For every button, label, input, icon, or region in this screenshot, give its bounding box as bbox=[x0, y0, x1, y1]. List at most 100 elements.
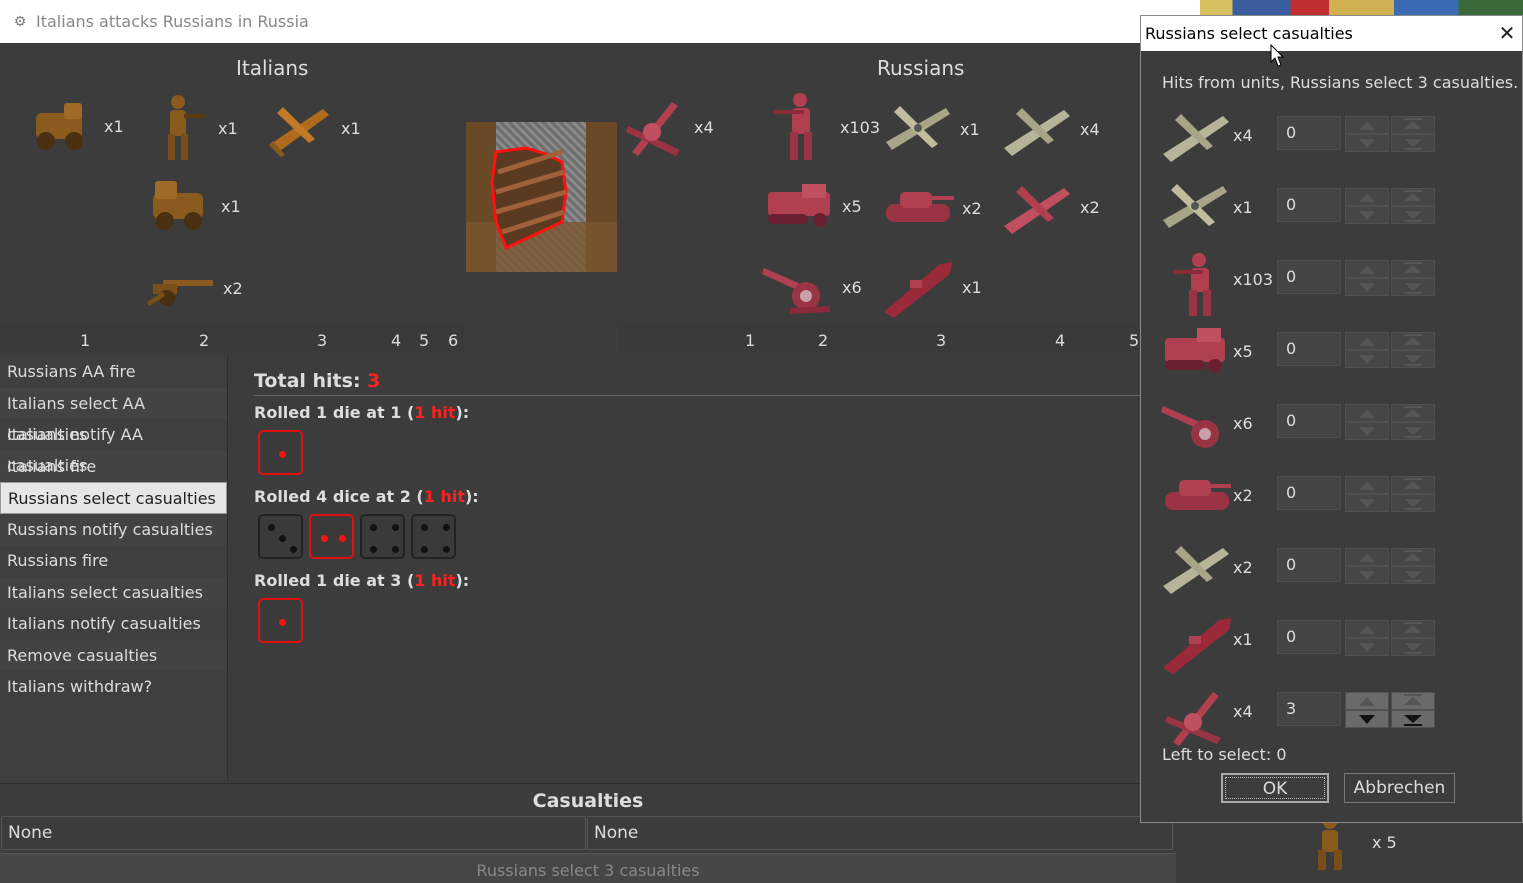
fighter-plane-icon bbox=[1004, 186, 1070, 234]
decrement-button[interactable] bbox=[1345, 134, 1389, 152]
dice-row bbox=[258, 430, 303, 475]
battle-steps-list[interactable]: Russians AA fire Italians select AA casu… bbox=[0, 356, 228, 780]
max-button[interactable] bbox=[1391, 692, 1435, 710]
max-icon bbox=[1404, 550, 1422, 561]
max-min-stepper[interactable] bbox=[1391, 260, 1435, 296]
min-button[interactable] bbox=[1391, 134, 1435, 152]
step-item[interactable]: Italians select AA casualties bbox=[0, 387, 227, 444]
step-item[interactable]: Russians AA fire bbox=[0, 356, 227, 388]
cancel-button[interactable]: Abbrechen bbox=[1344, 773, 1455, 803]
chevron-up-icon bbox=[1359, 264, 1375, 274]
defender-dice-axis: 1 2 3 4 5 bbox=[618, 326, 1140, 352]
step-item[interactable]: Remove casualties bbox=[0, 639, 227, 671]
background-map-strip bbox=[1200, 0, 1523, 16]
increment-button[interactable] bbox=[1345, 116, 1389, 134]
defender-unit: x5 bbox=[762, 178, 862, 234]
min-button[interactable] bbox=[1391, 710, 1435, 728]
casualty-count-input[interactable]: 0 bbox=[1277, 260, 1341, 294]
step-item[interactable]: Italians fire bbox=[0, 450, 227, 482]
increment-button[interactable] bbox=[1345, 620, 1389, 638]
die-hit bbox=[309, 514, 354, 559]
decrement-button[interactable] bbox=[1345, 350, 1389, 368]
defender-unit: x1 bbox=[880, 254, 982, 320]
increment-stepper[interactable] bbox=[1345, 548, 1389, 584]
decrement-button[interactable] bbox=[1345, 494, 1389, 512]
min-button[interactable] bbox=[1391, 350, 1435, 368]
min-button[interactable] bbox=[1391, 566, 1435, 584]
step-item[interactable]: Italians select casualties bbox=[0, 576, 227, 608]
artillery-icon bbox=[147, 280, 213, 306]
increment-button[interactable] bbox=[1345, 476, 1389, 494]
step-item[interactable]: Russians notify casualties bbox=[0, 513, 227, 545]
max-button[interactable] bbox=[1391, 620, 1435, 638]
casualty-count-input[interactable]: 0 bbox=[1277, 548, 1341, 582]
ok-button[interactable]: OK bbox=[1221, 773, 1329, 803]
increment-stepper[interactable] bbox=[1345, 116, 1389, 152]
close-icon[interactable]: ✕ bbox=[1496, 21, 1518, 45]
max-button[interactable] bbox=[1391, 476, 1435, 494]
increment-stepper[interactable] bbox=[1345, 404, 1389, 440]
increment-stepper[interactable] bbox=[1345, 476, 1389, 512]
step-item[interactable]: Russians fire bbox=[0, 545, 227, 577]
casualty-count-input[interactable]: 0 bbox=[1277, 620, 1341, 654]
decrement-button[interactable] bbox=[1345, 206, 1389, 224]
step-item[interactable]: Italians withdraw? bbox=[0, 671, 227, 703]
increment-stepper[interactable] bbox=[1345, 332, 1389, 368]
step-item[interactable]: Italians notify AA casualties bbox=[0, 419, 227, 475]
min-button[interactable] bbox=[1391, 638, 1435, 656]
chevron-down-icon bbox=[1359, 714, 1375, 724]
defender-header: Russians bbox=[877, 56, 965, 80]
max-min-stepper[interactable] bbox=[1391, 692, 1435, 728]
casualty-count-input[interactable]: 3 bbox=[1277, 692, 1341, 726]
max-button[interactable] bbox=[1391, 260, 1435, 278]
max-min-stepper[interactable] bbox=[1391, 332, 1435, 368]
casualty-count-input[interactable]: 0 bbox=[1277, 404, 1341, 438]
min-icon bbox=[1404, 355, 1422, 366]
max-min-stepper[interactable] bbox=[1391, 188, 1435, 224]
decrement-button[interactable] bbox=[1345, 422, 1389, 440]
max-min-stepper[interactable] bbox=[1391, 548, 1435, 584]
max-button[interactable] bbox=[1391, 116, 1435, 134]
increment-button[interactable] bbox=[1345, 548, 1389, 566]
casualty-row: x1 0 bbox=[1159, 176, 1519, 244]
halftrack-icon bbox=[1165, 328, 1225, 373]
status-button[interactable]: Russians select 3 casualties bbox=[0, 853, 1176, 883]
min-button[interactable] bbox=[1391, 278, 1435, 296]
decrement-button[interactable] bbox=[1345, 278, 1389, 296]
increment-button[interactable] bbox=[1345, 692, 1389, 710]
casualties-title: Casualties bbox=[0, 783, 1176, 816]
defender-unit: x1 bbox=[882, 98, 980, 160]
casualty-count-input[interactable]: 0 bbox=[1277, 476, 1341, 510]
decrement-button[interactable] bbox=[1345, 710, 1389, 728]
increment-stepper[interactable] bbox=[1345, 188, 1389, 224]
min-button[interactable] bbox=[1391, 422, 1435, 440]
decrement-button[interactable] bbox=[1345, 566, 1389, 584]
max-min-stepper[interactable] bbox=[1391, 404, 1435, 440]
increment-stepper[interactable] bbox=[1345, 620, 1389, 656]
min-button[interactable] bbox=[1391, 494, 1435, 512]
increment-button[interactable] bbox=[1345, 404, 1389, 422]
increment-stepper[interactable] bbox=[1345, 692, 1389, 728]
casualty-count-input[interactable]: 0 bbox=[1277, 332, 1341, 366]
left-to-select: Left to select: 0 bbox=[1162, 745, 1287, 764]
increment-button[interactable] bbox=[1345, 332, 1389, 350]
step-item[interactable]: Italians notify casualties bbox=[0, 608, 227, 640]
increment-button[interactable] bbox=[1345, 260, 1389, 278]
max-button[interactable] bbox=[1391, 188, 1435, 206]
max-min-stepper[interactable] bbox=[1391, 116, 1435, 152]
max-min-stepper[interactable] bbox=[1391, 620, 1435, 656]
mouse-cursor-icon bbox=[1270, 44, 1285, 67]
casualty-count-input[interactable]: 0 bbox=[1277, 188, 1341, 222]
increment-stepper[interactable] bbox=[1345, 260, 1389, 296]
tank-icon bbox=[886, 192, 954, 222]
max-min-stepper[interactable] bbox=[1391, 476, 1435, 512]
max-button[interactable] bbox=[1391, 548, 1435, 566]
max-button[interactable] bbox=[1391, 332, 1435, 350]
max-button[interactable] bbox=[1391, 404, 1435, 422]
decrement-button[interactable] bbox=[1345, 638, 1389, 656]
min-button[interactable] bbox=[1391, 206, 1435, 224]
unit-count: x2 bbox=[1233, 486, 1253, 505]
increment-button[interactable] bbox=[1345, 188, 1389, 206]
step-item-active[interactable]: Russians select casualties bbox=[0, 482, 227, 514]
casualty-count-input[interactable]: 0 bbox=[1277, 116, 1341, 150]
